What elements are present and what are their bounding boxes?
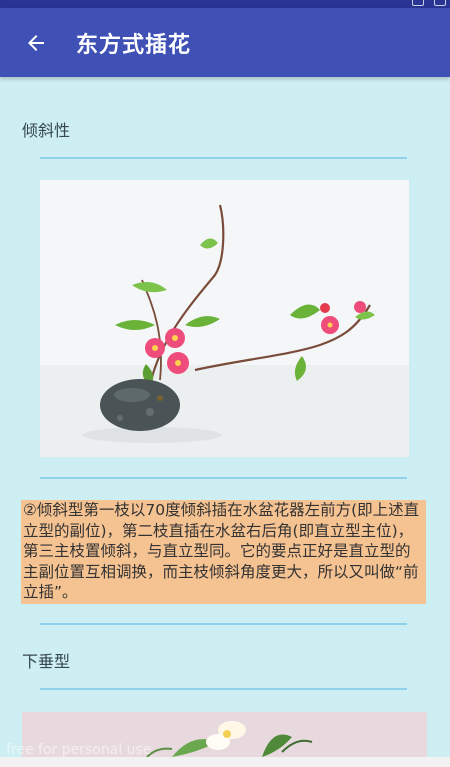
section-title: 倾斜性 [22,121,71,140]
battery-icon [434,0,446,6]
section-title: 下垂型 [22,652,71,671]
description-text: ②倾斜型第一枝以70度倾斜插在水盆花器左前方(即上述直立型的副位)，第二枝直插在… [21,500,426,604]
content-scroll[interactable]: 倾斜性 ②倾斜型第一枝以70度倾斜插在水盆花器左前方(即上述直立型的副位)，第二… [0,77,450,757]
signal-icon [412,0,424,6]
app-bar: 东方式插花 [0,8,450,77]
page-title: 东方式插花 [76,32,192,58]
ikebana-image [40,180,409,457]
arrow-left-icon [28,34,44,51]
back-button[interactable] [16,23,56,63]
divider [40,157,407,159]
divider [40,477,407,479]
divider [40,688,407,690]
divider [40,623,407,625]
bottom-bar [0,757,450,767]
status-bar [0,0,450,8]
watermark-text: free for personal use [6,742,152,758]
